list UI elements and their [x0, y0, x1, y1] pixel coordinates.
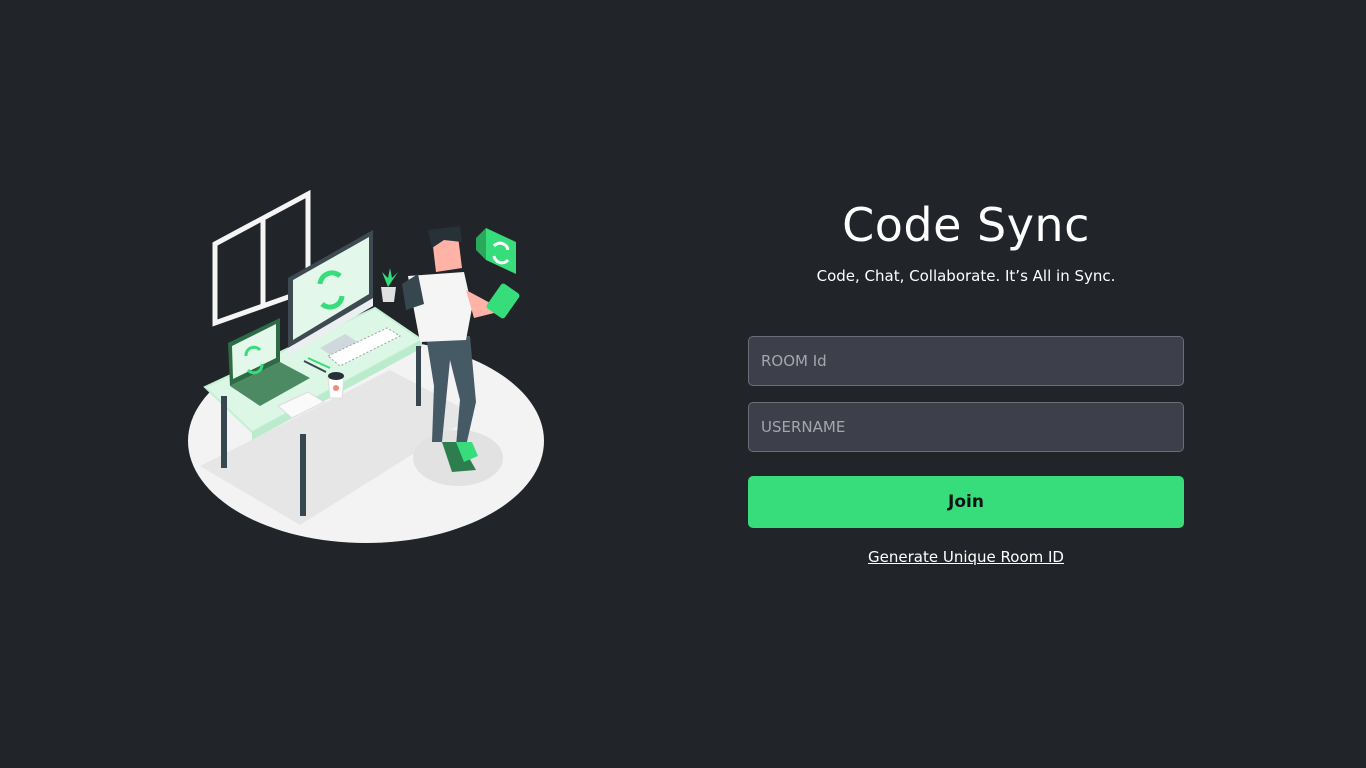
username-input[interactable]: [748, 402, 1184, 452]
sync-badge-icon: [476, 228, 516, 274]
app-tagline: Code, Chat, Collaborate. It’s All in Syn…: [816, 267, 1116, 285]
app-title: Code Sync: [842, 198, 1090, 252]
join-page: Code Sync Code, Chat, Collaborate. It’s …: [0, 0, 1366, 768]
coffee-cup-icon: [327, 372, 345, 399]
developer-at-desk-illustration: [188, 189, 544, 543]
phone-icon: [486, 283, 520, 319]
room-id-input[interactable]: [748, 336, 1184, 386]
plant-icon: [381, 268, 398, 302]
join-button[interactable]: Join: [748, 476, 1184, 528]
generate-room-id-link[interactable]: Generate Unique Room ID: [868, 548, 1064, 566]
join-form: Code Sync Code, Chat, Collaborate. It’s …: [748, 190, 1184, 566]
